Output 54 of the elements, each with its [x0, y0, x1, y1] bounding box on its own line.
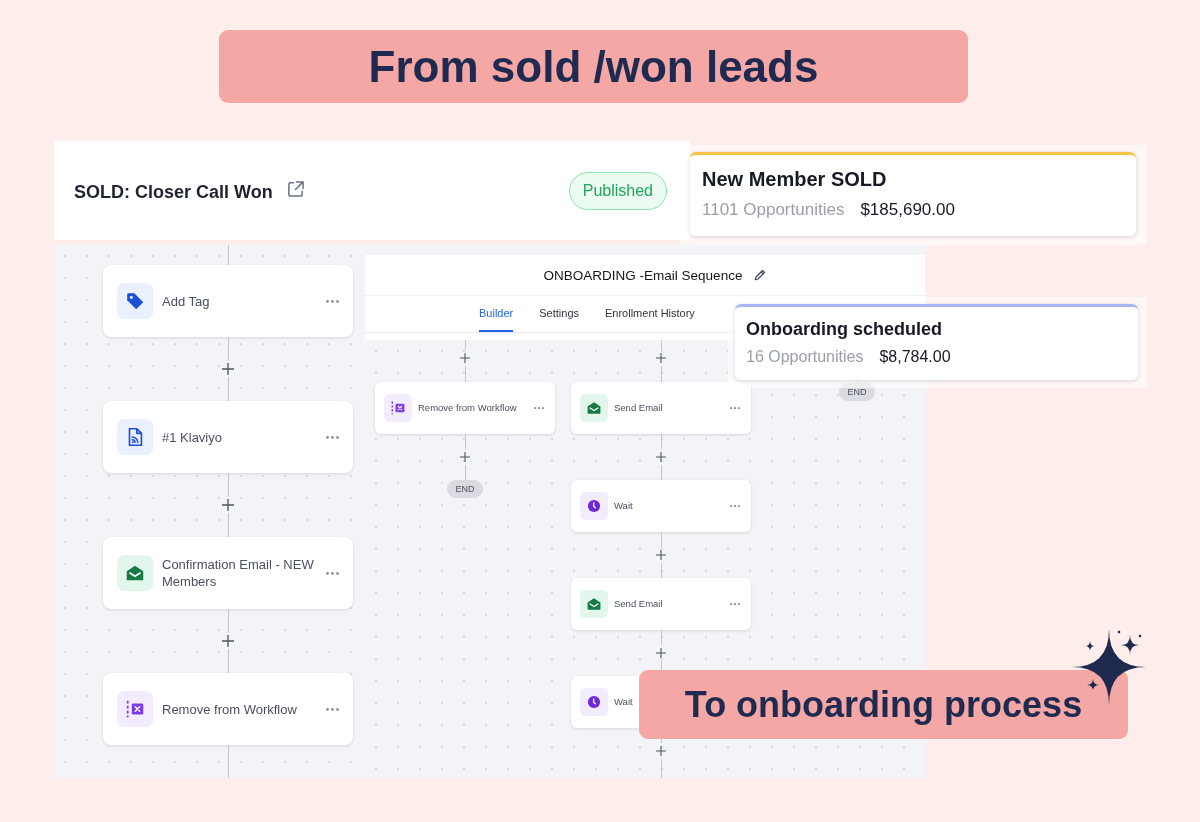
- tab[interactable]: Settings: [539, 296, 579, 332]
- plus-icon[interactable]: [656, 353, 666, 363]
- ellipsis-icon[interactable]: [326, 571, 339, 575]
- clock-icon: [580, 492, 608, 520]
- ellipsis-icon[interactable]: [326, 707, 339, 711]
- end-marker: END: [447, 480, 483, 498]
- envelope-icon: [117, 555, 153, 591]
- tag-icon: [117, 283, 153, 319]
- x-square-icon: [384, 394, 412, 422]
- workflow-step-card[interactable]: Wait: [571, 676, 639, 728]
- headline-banner: From sold /won leads: [219, 30, 968, 103]
- sequence-title: ONBOARDING -Email Sequence: [543, 267, 743, 283]
- workflow-step-card[interactable]: Confirmation Email - NEW Members: [103, 537, 353, 609]
- tab[interactable]: Builder: [479, 296, 514, 332]
- plus-icon[interactable]: [656, 648, 666, 658]
- ellipsis-icon[interactable]: [326, 435, 339, 439]
- plus-icon[interactable]: [460, 353, 470, 363]
- plus-icon[interactable]: [222, 499, 234, 511]
- plus-icon[interactable]: [222, 635, 234, 647]
- rss-file-icon: [117, 419, 153, 455]
- workflow-step-card[interactable]: Wait: [571, 480, 751, 532]
- ellipsis-icon[interactable]: [730, 602, 740, 606]
- workflow-step-card[interactable]: Add Tag: [103, 265, 353, 337]
- plus-icon[interactable]: [460, 452, 470, 462]
- workflow-step-card[interactable]: Remove from Workflow: [103, 673, 353, 745]
- tab[interactable]: Enrollment History: [605, 296, 695, 332]
- envelope-icon: [580, 590, 608, 618]
- opportunity-count: 1101 Opportunities: [702, 199, 845, 221]
- plus-icon[interactable]: [222, 363, 234, 375]
- workflow-step-card[interactable]: Remove from Workflow: [375, 382, 555, 434]
- plus-icon[interactable]: [656, 746, 666, 756]
- envelope-icon: [580, 394, 608, 422]
- ellipsis-icon[interactable]: [730, 504, 740, 508]
- stage-title: New Member SOLD: [702, 167, 888, 191]
- caption-banner: To onboarding process: [639, 670, 1128, 739]
- plus-icon[interactable]: [656, 550, 666, 560]
- opportunity-count: 16 Opportunities: [746, 347, 864, 367]
- pencil-icon[interactable]: [754, 269, 767, 281]
- workflow-step-card[interactable]: Send Email: [571, 382, 751, 434]
- x-square-icon: [117, 691, 153, 727]
- workflow-step-card[interactable]: Send Email: [571, 578, 751, 630]
- stage-amount: $185,690.00: [860, 199, 955, 221]
- clock-icon: [580, 688, 608, 716]
- plus-icon[interactable]: [656, 452, 666, 462]
- stage-title: Onboarding scheduled: [746, 318, 943, 340]
- external-link-icon[interactable]: [285, 179, 305, 198]
- ellipsis-icon[interactable]: [730, 406, 740, 410]
- stage-amount: $8,784.00: [879, 347, 951, 367]
- end-marker: END: [839, 383, 875, 401]
- status-badge: Published: [568, 171, 667, 210]
- workflow-step-card[interactable]: #1 Klaviyo: [103, 401, 353, 473]
- ellipsis-icon[interactable]: [534, 406, 544, 410]
- ellipsis-icon[interactable]: [326, 299, 339, 303]
- workflow-title: SOLD: Closer Call Won: [74, 182, 273, 203]
